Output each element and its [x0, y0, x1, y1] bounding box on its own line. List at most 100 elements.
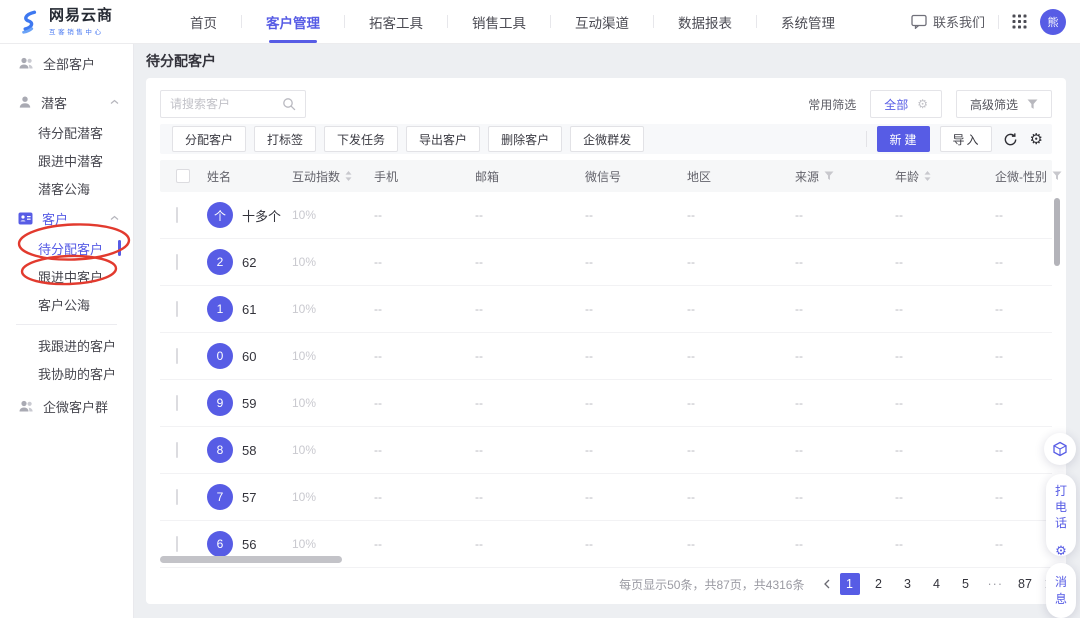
create-button[interactable]: 新建: [877, 126, 930, 152]
sidebar-item-customers[interactable]: 客户: [0, 202, 133, 234]
export-customers-button[interactable]: 导出客户: [406, 126, 480, 152]
nav-item-sales-tools[interactable]: 销售工具: [448, 0, 550, 43]
user-avatar[interactable]: 熊: [1040, 9, 1066, 35]
advanced-filter-button[interactable]: 高级筛选: [956, 90, 1052, 118]
horizontal-scrollbar[interactable]: [160, 556, 342, 563]
empty-cell: --: [687, 537, 795, 551]
sidebar-item-prospects[interactable]: 潜客: [0, 86, 133, 118]
sidebar-item-my-assisted-customers[interactable]: 我协助的客户: [0, 359, 133, 387]
assign-customers-button[interactable]: 分配客户: [172, 126, 246, 152]
empty-cell: --: [585, 396, 687, 410]
page-number-3[interactable]: 3: [898, 573, 918, 595]
customer-name-cell[interactable]: 060: [207, 343, 292, 369]
customer-name-cell[interactable]: 262: [207, 249, 292, 275]
toolbar: 分配客户打标签下发任务导出客户删除客户企微群发 新建 导入 ⚙: [160, 124, 1052, 154]
row-checkbox[interactable]: [176, 395, 178, 411]
customer-name-cell[interactable]: 1 61: [207, 296, 292, 322]
empty-cell: --: [795, 443, 895, 457]
empty-cell: --: [995, 349, 1052, 363]
filter-icon[interactable]: [1052, 171, 1062, 181]
call-button[interactable]: 打电话 ⚙: [1046, 474, 1076, 556]
empty-cell: --: [687, 490, 795, 504]
row-checkbox[interactable]: [176, 254, 178, 270]
sort-icon[interactable]: [345, 171, 352, 181]
refresh-icon[interactable]: [1002, 132, 1019, 147]
customer-avatar: 2: [207, 249, 233, 275]
column-header-wecom-gender[interactable]: 企微-性别: [995, 168, 1062, 185]
empty-cell: --: [995, 255, 1052, 269]
customer-avatar: 1: [207, 296, 233, 322]
search-input[interactable]: [170, 97, 282, 111]
table-header: 姓名互动指数手机邮箱微信号地区来源年龄企微-性别: [160, 160, 1052, 192]
page-number-87[interactable]: 87: [1015, 573, 1035, 595]
empty-cell: --: [795, 349, 895, 363]
sidebar-item-all-customers[interactable]: 全部客户: [0, 48, 133, 78]
empty-cell: --: [995, 302, 1052, 316]
row-checkbox[interactable]: [176, 207, 178, 223]
row-checkbox[interactable]: [176, 348, 178, 364]
sidebar-item-label: 全部客户: [43, 54, 95, 73]
sidebar-item-pending-prospects[interactable]: 待分配潜客: [0, 118, 133, 146]
sidebar-item-pending-customers[interactable]: 待分配客户: [0, 234, 133, 262]
row-checkbox[interactable]: [176, 489, 178, 505]
column-header-engagement-index[interactable]: 互动指数: [292, 168, 374, 185]
contact-us-button[interactable]: 联系我们: [911, 12, 985, 31]
customer-name-cell[interactable]: 959: [207, 390, 292, 416]
row-checkbox-cell: [160, 255, 207, 269]
customer-name-cell[interactable]: 656: [207, 531, 292, 557]
filter-icon[interactable]: [824, 171, 834, 181]
customer-name-cell[interactable]: 个十多个: [207, 202, 292, 228]
sidebar-item-label: 潜客: [41, 93, 67, 112]
nav-item-system-management[interactable]: 系统管理: [757, 0, 859, 43]
column-header-age[interactable]: 年龄: [895, 168, 995, 185]
empty-cell: --: [995, 537, 1052, 551]
vertical-scrollbar[interactable]: [1054, 198, 1060, 266]
empty-cell: --: [475, 302, 585, 316]
call-settings-gear-icon[interactable]: ⚙: [1055, 544, 1067, 557]
app-header: 网易云商 互客销售中心 首页客户管理拓客工具销售工具互动渠道数据报表系统管理 联…: [0, 0, 1080, 44]
empty-cell: --: [475, 208, 585, 222]
nav-item-home[interactable]: 首页: [166, 0, 241, 43]
sidebar-item-following-customers[interactable]: 跟进中客户: [0, 262, 133, 290]
sidebar-item-my-following-customers[interactable]: 我跟进的客户: [0, 331, 133, 359]
nav-item-acquisition-tools[interactable]: 拓客工具: [345, 0, 447, 43]
sidebar-item-following-prospects[interactable]: 跟进中潜客: [0, 146, 133, 174]
column-header-source[interactable]: 来源: [795, 168, 895, 185]
empty-cell: --: [374, 490, 475, 504]
prev-page-icon[interactable]: [823, 579, 831, 589]
nav-item-customer-management[interactable]: 客户管理: [242, 0, 344, 43]
pagination: 每页显示50条，共87页，共4316条 12345···87: [160, 572, 1052, 596]
service-cube-button[interactable]: [1044, 433, 1076, 465]
message-button[interactable]: 消息: [1046, 563, 1076, 618]
tag-button[interactable]: 打标签: [254, 126, 316, 152]
sidebar-item-prospect-pool[interactable]: 潜客公海: [0, 174, 133, 202]
search-icon[interactable]: [282, 97, 296, 111]
row-checkbox[interactable]: [176, 442, 178, 458]
wecom-group-send-button[interactable]: 企微群发: [570, 126, 644, 152]
page-number-2[interactable]: 2: [869, 573, 889, 595]
import-button[interactable]: 导入: [940, 126, 992, 152]
page-number-1[interactable]: 1: [840, 573, 860, 595]
empty-cell: --: [995, 208, 1052, 222]
empty-cell: --: [475, 349, 585, 363]
filters: 常用筛选 全部 ⚙ 高级筛选: [808, 90, 1052, 118]
customer-name-cell[interactable]: 757: [207, 484, 292, 510]
nav-item-data-reports[interactable]: 数据报表: [654, 0, 756, 43]
nav-item-interaction-channels[interactable]: 互动渠道: [551, 0, 653, 43]
table-settings-gear-icon[interactable]: ⚙: [1029, 132, 1044, 147]
empty-cell: --: [895, 302, 995, 316]
sidebar-item-wecom-customer-groups[interactable]: 企微客户群: [0, 391, 133, 421]
quick-filter-all-button[interactable]: 全部 ⚙: [870, 90, 942, 118]
row-checkbox[interactable]: [176, 536, 178, 552]
delete-customers-button[interactable]: 删除客户: [488, 126, 562, 152]
customer-name: 61: [242, 302, 256, 317]
page-number-4[interactable]: 4: [927, 573, 947, 595]
customer-name-cell[interactable]: 858: [207, 437, 292, 463]
sidebar-item-customer-pool[interactable]: 客户公海: [0, 290, 133, 318]
app-grid-icon[interactable]: [1012, 14, 1027, 29]
select-all-checkbox[interactable]: [176, 169, 190, 183]
dispatch-task-button[interactable]: 下发任务: [324, 126, 398, 152]
page-number-5[interactable]: 5: [956, 573, 976, 595]
sort-icon[interactable]: [924, 171, 931, 181]
row-checkbox[interactable]: [176, 301, 178, 317]
